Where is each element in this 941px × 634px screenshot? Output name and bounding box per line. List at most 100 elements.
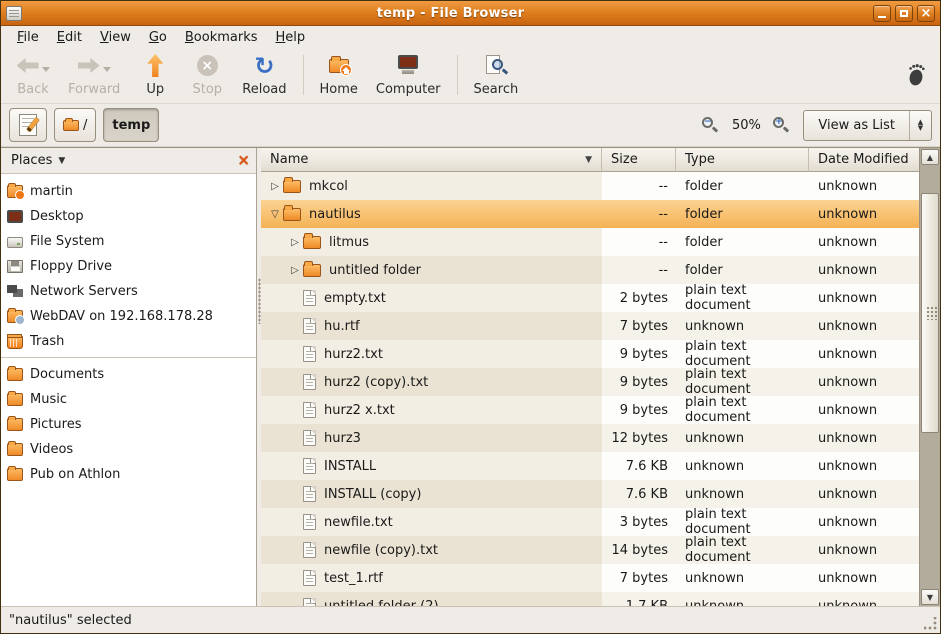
scroll-down-button[interactable]: ▼ <box>921 589 939 605</box>
cell-size: -- <box>602 172 676 200</box>
file-name: newfile (copy).txt <box>324 543 438 558</box>
home-button[interactable]: Home <box>311 51 367 99</box>
sidebar-item-martin[interactable]: martin <box>1 179 256 204</box>
pane-splitter[interactable] <box>257 148 261 606</box>
reload-label: Reload <box>242 82 286 97</box>
file-name: mkcol <box>309 179 348 194</box>
vertical-scrollbar[interactable]: ▲ ▼ <box>919 148 940 606</box>
column-header-date-modified[interactable]: Date Modified <box>809 148 919 172</box>
arrow-up-area <box>147 53 163 79</box>
cell-name: newfile.txt <box>261 508 602 536</box>
edit-note-pencil-icon <box>19 114 37 136</box>
hard-drive-icon <box>7 237 23 248</box>
menu-view[interactable]: View <box>92 28 139 47</box>
folder-icon <box>7 368 23 381</box>
sidebar-item-floppy-drive[interactable]: Floppy Drive <box>1 254 256 279</box>
table-row[interactable]: INSTALL (copy)7.6 KBunknownunknown <box>261 480 919 508</box>
table-row[interactable]: test_1.rtf7 bytesunknownunknown <box>261 564 919 592</box>
column-header-type[interactable]: Type <box>676 148 809 172</box>
computer-button[interactable]: Computer <box>367 51 450 99</box>
file-name: hurz2.txt <box>324 347 383 362</box>
stop-button[interactable]: ×Stop <box>181 51 233 99</box>
table-row[interactable]: newfile.txt3 bytesplain text documentunk… <box>261 508 919 536</box>
table-row[interactable]: hurz2 x.txt9 bytesplain text documentunk… <box>261 396 919 424</box>
search-button[interactable]: Search <box>465 51 528 99</box>
cell-size: 3 bytes <box>602 508 676 536</box>
resize-grip[interactable] <box>924 617 937 630</box>
scrollbar-thumb[interactable] <box>921 193 939 433</box>
edit-location-button[interactable] <box>9 108 47 142</box>
sidebar-item-webdav-on-192-168-178-28[interactable]: WebDAV on 192.168.178.28 <box>1 304 256 329</box>
cell-type: folder <box>676 172 809 200</box>
view-mode-stepper[interactable]: ▲▼ <box>909 111 931 140</box>
close-button[interactable]: × <box>917 5 935 22</box>
sidebar-item-music[interactable]: Music <box>1 387 256 412</box>
minimize-button[interactable] <box>873 5 891 22</box>
menu-help[interactable]: Help <box>268 28 314 47</box>
scroll-up-button[interactable]: ▲ <box>921 149 939 165</box>
table-row[interactable]: hurz312 bytesunknownunknown <box>261 424 919 452</box>
titlebar[interactable]: temp - File Browser × <box>1 1 940 26</box>
cell-date-modified: unknown <box>809 452 919 480</box>
sidebar-item-pictures[interactable]: Pictures <box>1 412 256 437</box>
cell-date-modified: unknown <box>809 284 919 312</box>
view-mode-selector[interactable]: View as List ▲▼ <box>803 110 932 141</box>
zoom-in-button[interactable]: + <box>773 117 790 134</box>
root-path-button[interactable]: / <box>54 108 96 142</box>
sidebar-item-videos[interactable]: Videos <box>1 437 256 462</box>
menu-bookmarks[interactable]: Bookmarks <box>177 28 266 47</box>
sidebar-item-pub-on-athlon[interactable]: Pub on Athlon <box>1 462 256 487</box>
forward-button[interactable]: Forward <box>59 51 129 99</box>
table-row[interactable]: ▷litmus--folderunknown <box>261 228 919 256</box>
sidebar-item-network-servers[interactable]: Network Servers <box>1 279 256 304</box>
sidebar-item-documents[interactable]: Documents <box>1 362 256 387</box>
column-header-name[interactable]: Name▼ <box>261 148 602 172</box>
table-row[interactable]: INSTALL7.6 KBunknownunknown <box>261 452 919 480</box>
current-path-button[interactable]: temp <box>103 108 159 142</box>
table-row[interactable]: empty.txt2 bytesplain text documentunkno… <box>261 284 919 312</box>
text-file-icon <box>303 458 316 474</box>
table-row[interactable]: hurz2.txt9 bytesplain text documentunkno… <box>261 340 919 368</box>
table-row[interactable]: ▽nautilus--folderunknown <box>261 200 919 228</box>
sidebar-item-label: Music <box>30 392 67 407</box>
table-row[interactable]: ▷mkcol--folderunknown <box>261 172 919 200</box>
chevron-down-icon: ▼ <box>918 125 923 131</box>
text-file-icon <box>303 514 316 530</box>
up-button[interactable]: Up <box>129 51 181 99</box>
home-folder-icon <box>7 185 23 198</box>
sidebar-item-label: Videos <box>30 442 73 457</box>
text-file-icon <box>303 598 316 606</box>
cell-name: ▷ mkcol <box>261 172 602 200</box>
folder-icon <box>7 443 23 456</box>
expander-collapsed-icon[interactable]: ▷ <box>287 237 303 248</box>
sidebar-item-desktop[interactable]: Desktop <box>1 204 256 229</box>
table-row[interactable]: newfile (copy).txt14 bytesplain text doc… <box>261 536 919 564</box>
back-button[interactable]: Back <box>7 51 59 99</box>
magnifier-handle <box>502 68 509 74</box>
places-header-label: Places <box>11 153 52 168</box>
sidebar-item-trash[interactable]: Trash <box>1 329 256 354</box>
menu-file[interactable]: File <box>9 28 47 47</box>
table-row[interactable]: hu.rtf7 bytesunknownunknown <box>261 312 919 340</box>
table-row[interactable]: hurz2 (copy).txt9 bytesplain text docume… <box>261 368 919 396</box>
table-row[interactable]: untitled folder (2)1.7 KBunknownunknown <box>261 592 919 606</box>
list-header: Name▼SizeTypeDate Modified <box>261 148 919 172</box>
sidebar-item-file-system[interactable]: File System <box>1 229 256 254</box>
folder-icon <box>283 208 301 221</box>
table-row[interactable]: ▷untitled folder--folderunknown <box>261 256 919 284</box>
column-header-label: Name <box>270 152 308 167</box>
expander-expanded-icon[interactable]: ▽ <box>267 209 283 220</box>
expander-collapsed-icon[interactable]: ▷ <box>287 265 303 276</box>
remote-share-icon <box>7 310 23 323</box>
expander-collapsed-icon[interactable]: ▷ <box>267 181 283 192</box>
menu-edit[interactable]: Edit <box>49 28 90 47</box>
places-header[interactable]: Places ▼ × <box>1 148 256 174</box>
column-header-size[interactable]: Size <box>602 148 676 172</box>
magnifier-handle <box>712 126 718 132</box>
sidebar-close-button[interactable]: × <box>237 153 250 168</box>
reload-button[interactable]: ↻Reload <box>233 51 295 99</box>
menu-go[interactable]: Go <box>141 28 175 47</box>
maximize-button[interactable] <box>895 5 913 22</box>
zoom-out-button[interactable]: − <box>702 117 719 134</box>
current-path-label: temp <box>112 118 150 133</box>
